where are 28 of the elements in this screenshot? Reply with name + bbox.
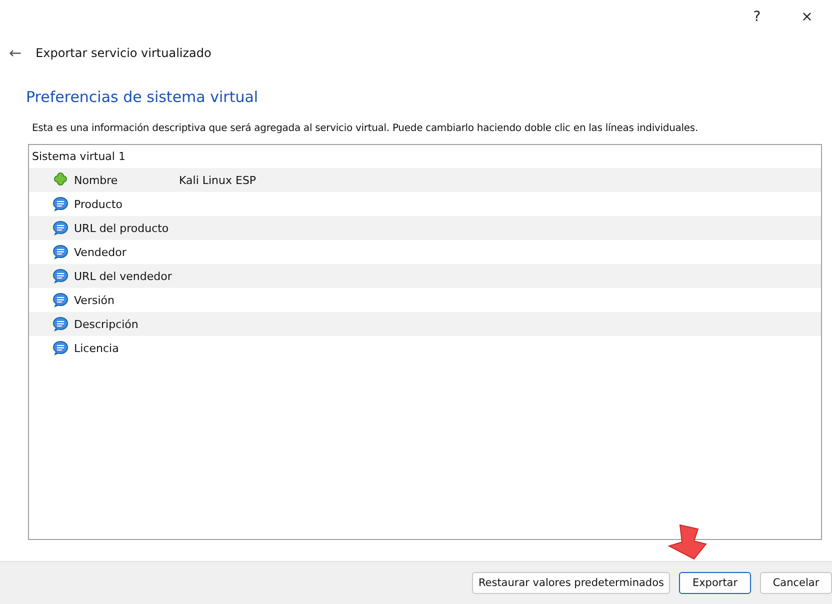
property-label[interactable]: Nombre — [74, 174, 179, 186]
back-button[interactable]: ← — [9, 44, 22, 62]
dialog-button[interactable]: Exportar — [679, 572, 751, 594]
speech-bubble-icon — [52, 196, 69, 212]
description-text: Esta es una información descriptiva que será agregada al servicio virtual. Puede cambiarlo haciendo doble clic en las líneas individuales. — [32, 123, 699, 134]
speech-bubble-icon — [52, 316, 69, 332]
help-button[interactable]: ? — [732, 9, 782, 25]
speech-bubble-icon — [52, 244, 69, 260]
property-label[interactable]: URL del vendedor — [74, 270, 179, 282]
speech-bubble-icon — [52, 292, 69, 308]
close-button[interactable]: × — [782, 9, 832, 25]
property-label[interactable]: Descripción — [74, 318, 179, 330]
property-label[interactable]: Vendedor — [74, 246, 179, 258]
property-label[interactable]: URL del producto — [74, 222, 179, 234]
property-label[interactable]: Producto — [74, 198, 179, 210]
property-label[interactable]: Versión — [74, 294, 179, 306]
page-heading: Preferencias de sistema virtual — [26, 88, 260, 106]
dialog-button[interactable]: Cancelar — [760, 572, 832, 594]
pointer-arrow-icon — [666, 524, 708, 560]
speech-bubble-icon — [52, 220, 69, 236]
speech-bubble-icon — [52, 268, 69, 284]
wizard-title: Exportar servicio virtualizado — [36, 46, 212, 60]
speech-bubble-icon — [52, 340, 69, 356]
dialog-button[interactable]: Restaurar valores predeterminados — [472, 572, 670, 594]
property-value[interactable]: Kali Linux ESP — [179, 174, 256, 186]
tree-root-item[interactable]: Sistema virtual 1 — [29, 145, 821, 168]
clover-icon — [52, 172, 69, 188]
property-label[interactable]: Licencia — [74, 342, 179, 354]
